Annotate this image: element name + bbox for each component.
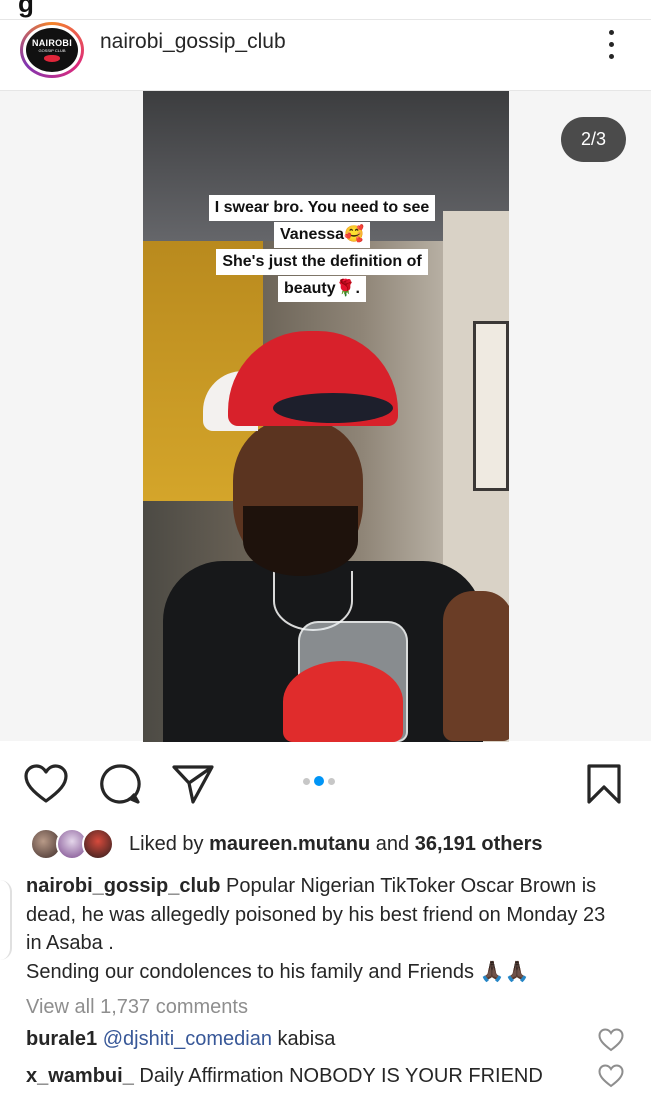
post-header: NAIROBI GOSSIP CLUB nairobi_gossip_club (0, 20, 651, 90)
avatar-sub: GOSSIP CLUB (38, 48, 66, 53)
caption-line2: Sending our condolences to his family an… (26, 960, 530, 983)
carousel-dot (303, 777, 310, 785)
carousel-dot-active (314, 776, 324, 786)
app-title-cut: g (18, 0, 34, 18)
cap-brim (273, 393, 393, 423)
profile-avatar[interactable]: NAIROBI GOSSIP CLUB (20, 22, 84, 78)
carousel-counter: 2/3 (561, 117, 626, 162)
bookmark-icon[interactable] (581, 761, 627, 807)
heart-icon[interactable] (23, 761, 69, 807)
beard (243, 506, 358, 576)
liker-username[interactable]: maureen.mutanu (209, 833, 370, 855)
likes-count[interactable]: 36,191 others (415, 833, 543, 855)
jar-lid (283, 661, 403, 742)
video-caption-line: She's just the definition of (216, 249, 428, 275)
likes-text[interactable]: Liked by maureen.mutanu and 36,191 other… (129, 833, 543, 856)
likes-middle: and (370, 833, 415, 855)
likes-prefix: Liked by (129, 833, 210, 855)
post-caption: nairobi_gossip_club Popular Nigerian Tik… (26, 872, 626, 986)
carousel-dot (328, 777, 335, 785)
comment-like-icon[interactable] (598, 1028, 624, 1052)
comment-text: kabisa (272, 1028, 336, 1050)
top-bar: g (0, 0, 651, 20)
action-bar (0, 741, 651, 821)
lips-icon (44, 55, 60, 62)
person-image (163, 331, 509, 742)
comment-like-icon[interactable] (598, 1064, 624, 1088)
more-options-icon[interactable] (600, 26, 622, 62)
comment-username[interactable]: burale1 (26, 1028, 97, 1050)
share-icon[interactable] (170, 761, 216, 807)
comment-icon[interactable] (97, 761, 143, 807)
post-media[interactable]: I swear bro. You need to see Vanessa🥰 Sh… (0, 90, 651, 742)
comment-row: x_wambui_ Daily Affirmation NOBODY IS YO… (26, 1065, 586, 1088)
carousel-dots (303, 776, 335, 786)
video-frame[interactable]: I swear bro. You need to see Vanessa🥰 Sh… (143, 91, 509, 742)
hand (443, 591, 509, 741)
post-username[interactable]: nairobi_gossip_club (100, 30, 286, 54)
comment-username[interactable]: x_wambui_ (26, 1065, 134, 1087)
avatar-brand: NAIROBI (31, 38, 73, 48)
video-caption-line: Vanessa🥰 (274, 222, 370, 248)
comment-text: Daily Affirmation NOBODY IS YOUR FRIEND (133, 1065, 543, 1087)
caption-username[interactable]: nairobi_gossip_club (26, 875, 220, 897)
likes-row[interactable]: Liked by maureen.mutanu and 36,191 other… (0, 826, 651, 866)
video-caption-line: I swear bro. You need to see (208, 195, 436, 221)
avatar-logo: NAIROBI GOSSIP CLUB (23, 25, 81, 75)
comment-mention[interactable]: @djshiti_comedian (103, 1028, 272, 1050)
video-caption: I swear bro. You need to see Vanessa🥰 Sh… (193, 195, 451, 303)
comment-row: burale1 @djshiti_comedian kabisa (26, 1028, 586, 1051)
view-all-comments[interactable]: View all 1,737 comments (26, 996, 248, 1019)
video-caption-line: beauty🌹. (278, 276, 366, 302)
side-handle (0, 880, 12, 960)
liker-avatar (82, 828, 114, 860)
